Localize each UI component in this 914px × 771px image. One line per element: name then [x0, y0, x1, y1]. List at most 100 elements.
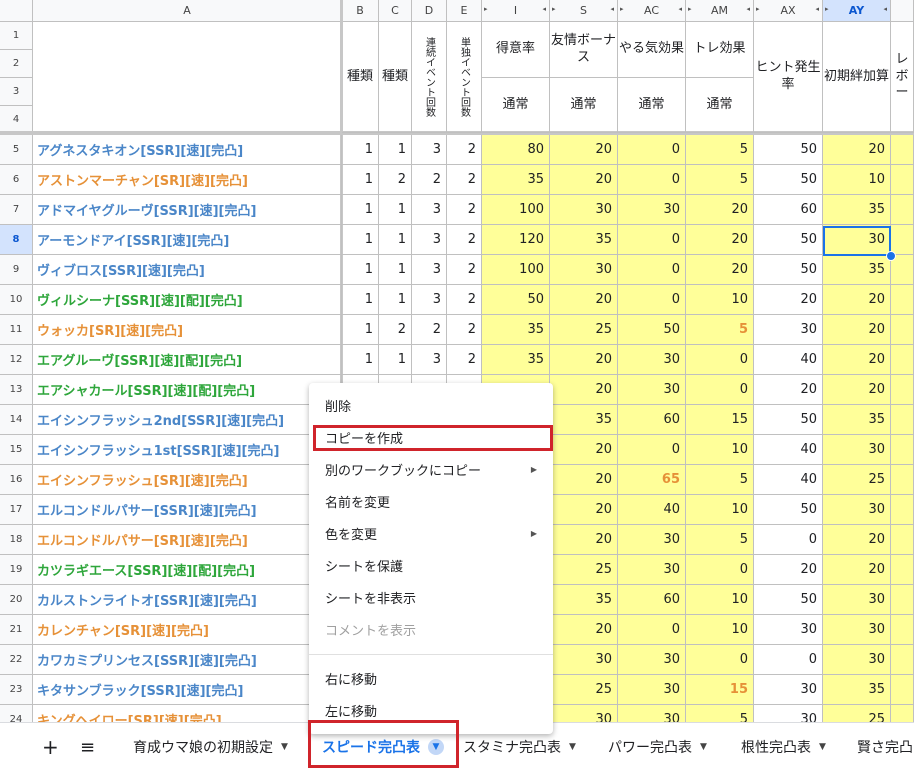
cell-am[interactable]: 10 — [686, 435, 754, 465]
cell-ay[interactable]: 20 — [823, 525, 891, 555]
row-header[interactable]: 8 — [0, 225, 33, 255]
cell-b[interactable]: 1 — [342, 195, 379, 225]
all-sheets-button[interactable]: ≡ — [80, 723, 95, 771]
add-sheet-button[interactable]: + — [42, 723, 59, 771]
cell-e[interactable]: 2 — [447, 165, 482, 195]
cell-s[interactable]: 30 — [550, 195, 618, 225]
row-header[interactable]: 6 — [0, 165, 33, 195]
cell-ay[interactable]: 10 — [823, 165, 891, 195]
support-card-name[interactable]: ヴィルシーナ[SSR][速][配][完凸] — [33, 285, 342, 315]
support-card-name[interactable]: エルコンドルパサー[SR][速][完凸] — [33, 525, 342, 555]
cell-cc[interactable]: 2 — [379, 315, 412, 345]
cell-ac[interactable]: 30 — [618, 645, 686, 675]
cell-ac[interactable]: 30 — [618, 195, 686, 225]
cell-b[interactable]: 1 — [342, 255, 379, 285]
expand-right-icon[interactable]: ◂ — [746, 5, 750, 13]
row-header[interactable]: 18 — [0, 525, 33, 555]
expand-right-icon[interactable]: ◂ — [883, 5, 887, 13]
cell-s[interactable]: 20 — [550, 465, 618, 495]
cell-partial[interactable] — [891, 165, 914, 195]
expand-right-icon[interactable]: ◂ — [815, 5, 819, 13]
column-header[interactable]: B — [342, 0, 379, 22]
row-header[interactable]: 12 — [0, 345, 33, 375]
cell-ay[interactable]: 30 — [823, 435, 891, 465]
cell-am[interactable]: 15 — [686, 675, 754, 705]
support-card-name[interactable]: アストンマーチャン[SR][速][完凸] — [33, 165, 342, 195]
row-header[interactable]: 13 — [0, 375, 33, 405]
cell-ac[interactable]: 60 — [618, 585, 686, 615]
cell-partial[interactable] — [891, 465, 914, 495]
cell-b[interactable]: 1 — [342, 225, 379, 255]
row-header[interactable]: 2 — [0, 50, 33, 78]
menu-item[interactable]: シートを非表示 — [309, 583, 553, 611]
cell-ax[interactable]: 0 — [754, 525, 823, 555]
menu-item[interactable]: 削除 — [309, 391, 553, 419]
cell-partial[interactable] — [891, 495, 914, 525]
cell-ac[interactable]: 50 — [618, 315, 686, 345]
cell-ay[interactable]: 20 — [823, 555, 891, 585]
cell-ac[interactable]: 60 — [618, 405, 686, 435]
cell-partial[interactable] — [891, 555, 914, 585]
cell-s[interactable]: 35 — [550, 405, 618, 435]
cell-ax[interactable]: 50 — [754, 495, 823, 525]
cell-ax[interactable]: 40 — [754, 345, 823, 375]
column-header[interactable] — [891, 0, 914, 22]
cell-e[interactable]: 2 — [447, 225, 482, 255]
column-header[interactable]: AC ▸ ◂ — [618, 0, 686, 22]
cell-am[interactable]: 0 — [686, 645, 754, 675]
cell-cc[interactable]: 1 — [379, 255, 412, 285]
cell-d[interactable]: 3 — [412, 285, 447, 315]
cell-ay[interactable]: 25 — [823, 705, 891, 722]
cell-i[interactable]: 50 — [482, 285, 550, 315]
cell-ax[interactable]: 50 — [754, 405, 823, 435]
sheet-tab[interactable]: 根性完凸表 ▼ — [741, 723, 826, 771]
expand-left-icon[interactable]: ▸ — [825, 5, 829, 13]
cell-cc[interactable]: 2 — [379, 165, 412, 195]
cell-am[interactable]: 5 — [686, 165, 754, 195]
cell-b[interactable]: 1 — [342, 315, 379, 345]
cell-i[interactable]: 100 — [482, 255, 550, 285]
cell-b[interactable]: 1 — [342, 345, 379, 375]
support-card-name[interactable]: ヴィブロス[SSR][速][完凸] — [33, 255, 342, 285]
cell-am[interactable]: 5 — [686, 705, 754, 722]
row-header[interactable]: 4 — [0, 106, 33, 133]
row-header[interactable]: 23 — [0, 675, 33, 705]
cell-e[interactable]: 2 — [447, 315, 482, 345]
cell-am[interactable]: 10 — [686, 285, 754, 315]
expand-right-icon[interactable]: ◂ — [610, 5, 614, 13]
cell-partial[interactable] — [891, 645, 914, 675]
cell-ay[interactable]: 20 — [823, 345, 891, 375]
support-card-name[interactable]: アドマイヤグルーヴ[SSR][速][完凸] — [33, 195, 342, 225]
cell-ac[interactable]: 0 — [618, 435, 686, 465]
cell-ac[interactable]: 30 — [618, 675, 686, 705]
support-card-name[interactable]: カツラギエース[SSR][速][配][完凸] — [33, 555, 342, 585]
row-header[interactable]: 7 — [0, 195, 33, 225]
tab-dropdown-icon[interactable]: ▼ — [819, 742, 826, 752]
row-header[interactable]: 9 — [0, 255, 33, 285]
cell-ac[interactable]: 30 — [618, 375, 686, 405]
cell-am[interactable]: 20 — [686, 225, 754, 255]
cell-ac[interactable]: 65 — [618, 465, 686, 495]
sheet-tab[interactable]: 賢さ完凸 — [857, 723, 913, 771]
row-header[interactable]: 3 — [0, 78, 33, 106]
cell-am[interactable]: 0 — [686, 345, 754, 375]
row-header[interactable]: 21 — [0, 615, 33, 645]
cell-s[interactable]: 20 — [550, 345, 618, 375]
cell-cc[interactable]: 1 — [379, 195, 412, 225]
cell-am[interactable]: 0 — [686, 375, 754, 405]
cell-ax[interactable]: 40 — [754, 465, 823, 495]
cell-am[interactable]: 10 — [686, 615, 754, 645]
cell-ac[interactable]: 0 — [618, 225, 686, 255]
support-card-name[interactable]: エイシンフラッシュ1st[SSR][速][完凸] — [33, 435, 342, 465]
cell-ax[interactable]: 0 — [754, 645, 823, 675]
cell-i[interactable]: 120 — [482, 225, 550, 255]
cell-ay[interactable]: 35 — [823, 195, 891, 225]
column-header[interactable]: A — [33, 0, 342, 22]
cell-i[interactable]: 35 — [482, 165, 550, 195]
cell-s[interactable]: 20 — [550, 435, 618, 465]
support-card-name[interactable]: キングヘイロー[SR][速][完凸] — [33, 705, 342, 722]
cell-d[interactable]: 3 — [412, 135, 447, 165]
row-header[interactable]: 17 — [0, 495, 33, 525]
cell-ax[interactable]: 30 — [754, 315, 823, 345]
cell-partial[interactable] — [891, 135, 914, 165]
